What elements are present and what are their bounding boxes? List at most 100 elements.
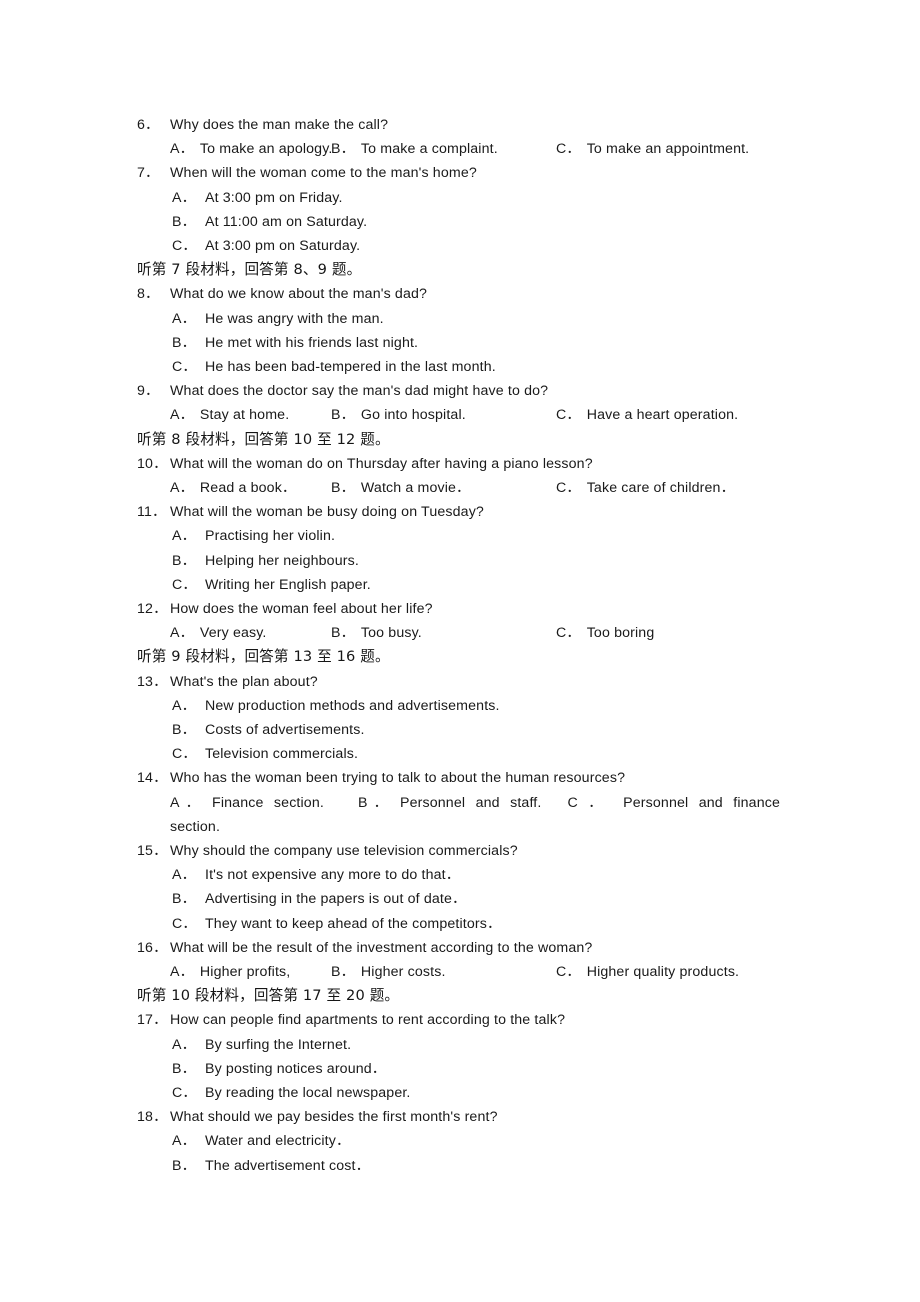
option-choice[interactable]: A． He was angry with the man. bbox=[137, 307, 780, 331]
option-text: At 11:00 am on Saturday. bbox=[205, 213, 368, 230]
question-number: 16． bbox=[137, 939, 168, 956]
question-number: 17． bbox=[137, 1012, 168, 1029]
option-choice[interactable]: A． It's not expensive any more to do that… bbox=[137, 863, 780, 887]
option-row: A． Stay at home. B． Go into hospital. C． H… bbox=[137, 403, 780, 427]
option-letter: A． bbox=[170, 964, 194, 981]
option-letter: C． bbox=[172, 1085, 197, 1102]
option-choice[interactable]: C． By reading the local newspaper. bbox=[137, 1081, 780, 1105]
option-letter: B． bbox=[172, 891, 196, 908]
option-choice[interactable]: A． New production methods and advertiseme… bbox=[137, 694, 780, 718]
option-letter: C． bbox=[172, 746, 197, 763]
option-text: Stay at home. bbox=[199, 407, 290, 424]
option-letter: C． bbox=[556, 407, 581, 424]
option-text: Advertising in the papers is out of date… bbox=[205, 891, 467, 908]
option-choice[interactable]: B． To make a complaint. bbox=[331, 137, 498, 161]
option-choice[interactable]: B． By posting notices around． bbox=[137, 1057, 780, 1081]
option-letter: B． bbox=[172, 1157, 196, 1174]
question-number: 18． bbox=[137, 1109, 168, 1126]
option-letter: C ． bbox=[567, 794, 609, 811]
option-letter: C． bbox=[556, 625, 581, 642]
option-choice[interactable]: B． Costs of advertisements. bbox=[137, 718, 780, 742]
option-choice[interactable]: B． Watch a movie． bbox=[331, 476, 470, 500]
question-number: 8． bbox=[137, 286, 160, 303]
option-letter: B． bbox=[172, 552, 196, 569]
option-text: Higher costs. bbox=[360, 964, 446, 981]
option-choice[interactable]: A． Finance section. bbox=[170, 795, 324, 811]
option-row-continuation: section. bbox=[137, 815, 780, 839]
question-number: 10． bbox=[137, 455, 168, 472]
option-letter: C． bbox=[556, 964, 581, 981]
question-number: 13． bbox=[137, 673, 168, 690]
option-choice[interactable]: C． He has been bad-tempered in the last m… bbox=[137, 355, 780, 379]
option-choice[interactable]: C． Too boring bbox=[556, 621, 654, 645]
option-letter: A． bbox=[170, 794, 207, 811]
option-choice[interactable]: A． At 3:00 pm on Friday. bbox=[137, 186, 780, 210]
option-letter: B． bbox=[331, 480, 355, 497]
question-stem: 7． When will the woman come to the man's … bbox=[137, 161, 780, 185]
question-text: How does the woman feel about her life? bbox=[170, 601, 433, 618]
question-number: 9． bbox=[137, 383, 160, 400]
option-text: Have a heart operation. bbox=[586, 407, 739, 424]
option-letter: A． bbox=[172, 1133, 196, 1150]
option-choice[interactable]: B． Go into hospital. bbox=[331, 403, 466, 427]
option-choice[interactable]: B． The advertisement cost． bbox=[137, 1154, 780, 1178]
option-text: Water and electricity． bbox=[205, 1133, 351, 1150]
option-letter: B． bbox=[331, 141, 355, 158]
option-choice[interactable]: A． Read a book． bbox=[170, 476, 296, 500]
option-text: He met with his friends last night. bbox=[205, 334, 419, 351]
option-text: Very easy. bbox=[199, 625, 267, 642]
option-letter: A． bbox=[172, 189, 196, 206]
question-text: What will the woman be busy doing on Tue… bbox=[170, 504, 484, 521]
option-choice[interactable]: C． Have a heart operation. bbox=[556, 403, 738, 427]
question-stem: 16． What will be the result of the invest… bbox=[137, 936, 780, 960]
option-choice[interactable]: C． Writing her English paper. bbox=[137, 573, 780, 597]
question-text: What does the doctor say the man's dad m… bbox=[170, 383, 549, 400]
option-choice[interactable]: A． By surfing the Internet. bbox=[137, 1033, 780, 1057]
option-row-justified: A． Finance section. B． Personnel and staf… bbox=[137, 791, 780, 815]
option-letter: B． bbox=[172, 213, 196, 230]
option-text: To make an apology. bbox=[199, 141, 333, 158]
question-number: 14． bbox=[137, 770, 168, 787]
option-letter: A． bbox=[170, 141, 194, 158]
option-choice[interactable]: A． Higher profits, bbox=[170, 960, 290, 984]
option-choice[interactable]: C． Higher quality products. bbox=[556, 960, 739, 984]
question-list: 6． Why does the man make the call? A． To m… bbox=[137, 113, 780, 1178]
option-row: A． Read a book． B． Watch a movie． C． Take … bbox=[137, 476, 780, 500]
question-text: What will the woman do on Thursday after… bbox=[170, 455, 593, 472]
option-letter: B． bbox=[331, 407, 355, 424]
option-text: They want to keep ahead of the competito… bbox=[205, 915, 502, 932]
option-letter: B． bbox=[331, 625, 355, 642]
option-choice[interactable]: A． To make an apology. bbox=[170, 137, 332, 161]
option-choice[interactable]: C． They want to keep ahead of the competi… bbox=[137, 912, 780, 936]
option-choice[interactable]: B． He met with his friends last night. bbox=[137, 331, 780, 355]
option-text: Writing her English paper. bbox=[205, 576, 371, 593]
option-choice[interactable]: C． Television commercials. bbox=[137, 742, 780, 766]
option-choice[interactable]: C． Take care of children． bbox=[556, 476, 735, 500]
option-choice[interactable]: C． To make an appointment. bbox=[556, 137, 749, 161]
question-text: Why should the company use television co… bbox=[170, 843, 518, 860]
question-stem: 9． What does the doctor say the man's dad… bbox=[137, 379, 780, 403]
option-text: At 3:00 pm on Friday. bbox=[205, 189, 343, 206]
option-letter: A． bbox=[172, 1036, 196, 1053]
option-choice[interactable]: A． Stay at home. bbox=[170, 403, 289, 427]
option-text: Costs of advertisements. bbox=[205, 722, 365, 739]
option-letter: B． bbox=[357, 794, 395, 811]
option-choice[interactable]: B． Helping her neighbours. bbox=[137, 549, 780, 573]
option-text: By surfing the Internet. bbox=[205, 1036, 352, 1053]
option-text: He was angry with the man. bbox=[205, 310, 384, 327]
option-choice[interactable]: C． At 3:00 pm on Saturday. bbox=[137, 234, 780, 258]
option-choice[interactable]: B． Too busy. bbox=[331, 621, 422, 645]
option-choice[interactable]: A． Practising her violin. bbox=[137, 524, 780, 548]
option-choice[interactable]: A． Very easy. bbox=[170, 621, 267, 645]
option-choice[interactable]: A． Water and electricity． bbox=[137, 1129, 780, 1153]
option-choice[interactable]: B． Higher costs. bbox=[331, 960, 446, 984]
option-choice[interactable]: B． At 11:00 am on Saturday. bbox=[137, 210, 780, 234]
option-choice[interactable]: C ． Personnel and finance bbox=[567, 795, 780, 811]
option-choice[interactable]: B． Personnel and staff. bbox=[358, 795, 542, 811]
question-text: What do we know about the man's dad? bbox=[170, 286, 428, 303]
question-stem: 13． What's the plan about? bbox=[137, 670, 780, 694]
option-choice[interactable]: B． Advertising in the papers is out of da… bbox=[137, 887, 780, 911]
listening-directive: 听第 7 段材料，回答第 8、9 题。 bbox=[137, 261, 362, 279]
question-text: How can people find apartments to rent a… bbox=[170, 1012, 566, 1029]
option-letter: A． bbox=[170, 480, 194, 497]
